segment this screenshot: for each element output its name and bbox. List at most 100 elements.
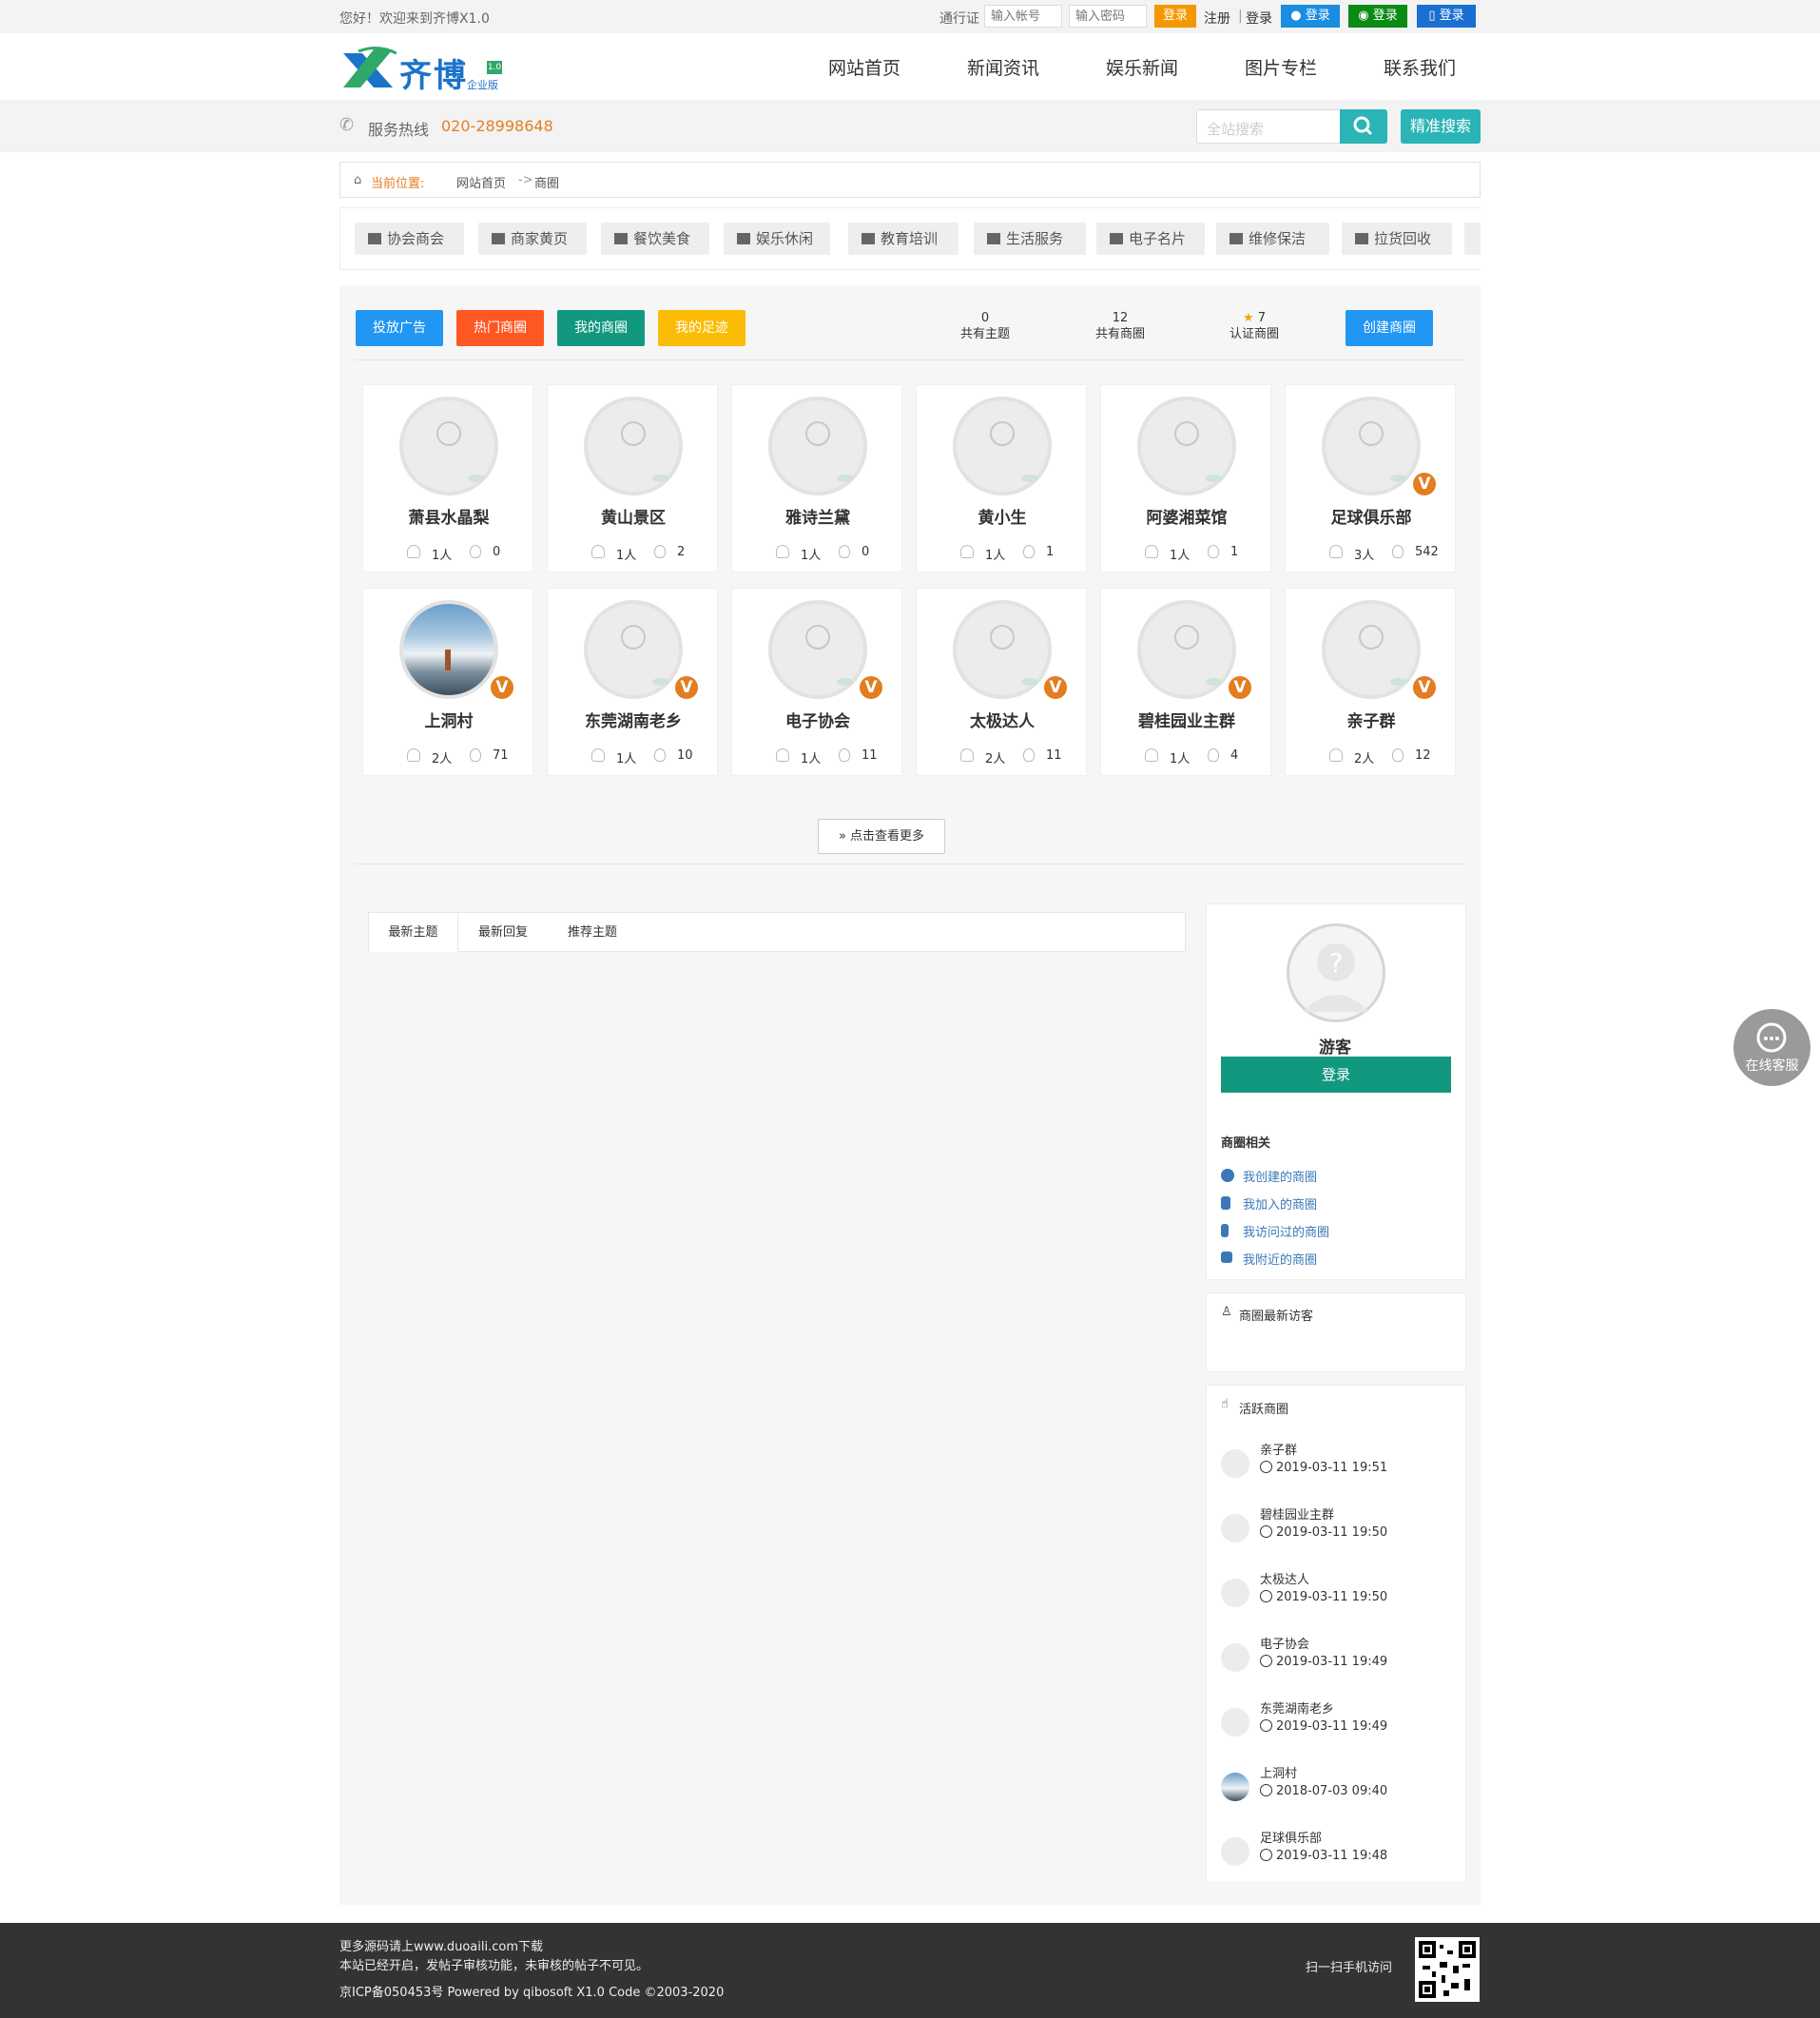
circle-avatar[interactable] (768, 397, 867, 495)
qq-login-button[interactable]: ● 登录 (1281, 5, 1340, 28)
nav-news[interactable]: 新闻资讯 (967, 54, 1039, 80)
circle-card[interactable]: 雅诗兰黛 1人 0 (731, 384, 902, 572)
active-circle-item[interactable]: 东莞湖南老乡 2019-03-11 19:49 (1221, 1698, 1449, 1746)
search-button[interactable] (1340, 109, 1387, 144)
tab-recommended[interactable]: 推荐主题 (548, 913, 637, 952)
active-circle-item[interactable]: 足球俱乐部 2019-03-11 19:48 (1221, 1828, 1449, 1875)
circle-card[interactable]: 阿婆湘菜馆 1人 1 (1100, 384, 1271, 572)
circle-card[interactable]: 萧县水晶梨 1人 0 (362, 384, 533, 572)
account-input[interactable] (984, 5, 1062, 28)
nav-entertainment[interactable]: 娱乐新闻 (1106, 54, 1178, 80)
sidebar-login-button[interactable]: 登录 (1221, 1057, 1451, 1093)
active-name[interactable]: 碧桂园业主群 (1260, 1504, 1334, 1523)
circle-name[interactable]: 碧桂园业主群 (1101, 708, 1272, 731)
circle-avatar[interactable] (1322, 600, 1421, 699)
circle-name[interactable]: 黄小生 (917, 504, 1088, 528)
breadcrumb-home[interactable]: 网站首页 (456, 173, 506, 191)
active-name[interactable]: 东莞湖南老乡 (1260, 1698, 1334, 1717)
active-circle-item[interactable]: 上洞村 2018-07-03 09:40 (1221, 1763, 1449, 1811)
circle-card[interactable]: V 上洞村 2人 71 (362, 588, 533, 776)
circle-name[interactable]: 亲子群 (1286, 708, 1457, 731)
category-item[interactable]: 拉货回收 (1342, 223, 1452, 255)
circle-card[interactable]: V 碧桂园业主群 1人 4 (1100, 588, 1271, 776)
tab-latest-replies[interactable]: 最新回复 (458, 913, 548, 952)
my-circles-button[interactable]: 我的商圈 (557, 310, 645, 346)
circle-name[interactable]: 阿婆湘菜馆 (1101, 504, 1272, 528)
circle-name[interactable]: 雅诗兰黛 (732, 504, 903, 528)
nearby-link[interactable]: 我附近的商圈 (1243, 1250, 1317, 1268)
circle-avatar[interactable] (584, 600, 683, 699)
circle-card[interactable]: 黄山景区 1人 2 (547, 384, 718, 572)
phone-login-button[interactable]: ▯ 登录 (1417, 5, 1476, 28)
member-count: 2人 (432, 752, 453, 766)
nav-home[interactable]: 网站首页 (828, 54, 900, 80)
circle-card[interactable]: V 东莞湖南老乡 1人 10 (547, 588, 718, 776)
circle-card[interactable]: V 亲子群 2人 12 (1285, 588, 1456, 776)
circle-avatar[interactable] (953, 397, 1052, 495)
active-circle-item[interactable]: 电子协会 2019-03-11 19:49 (1221, 1634, 1449, 1681)
active-circle-item[interactable]: 太极达人 2019-03-11 19:50 (1221, 1569, 1449, 1617)
active-avatar (1221, 1773, 1249, 1801)
category-item[interactable]: 电子名片 (1096, 223, 1205, 255)
category-item[interactable]: 教育培训 (848, 223, 958, 255)
verified-badge: V (489, 674, 515, 701)
nav-contact[interactable]: 联系我们 (1384, 54, 1456, 80)
category-item[interactable]: 餐饮美食 (601, 223, 709, 255)
my-visited-link[interactable]: 我访问过的商圈 (1243, 1222, 1329, 1240)
circle-name[interactable]: 上洞村 (363, 708, 534, 731)
my-footprint-button[interactable]: 我的足迹 (658, 310, 745, 346)
tab-latest-topics[interactable]: 最新主题 (369, 913, 458, 952)
circle-avatar[interactable] (1322, 397, 1421, 495)
category-item[interactable]: 生活服务 (974, 223, 1086, 255)
circle-avatar[interactable] (1137, 600, 1236, 699)
active-circle-item[interactable]: 碧桂园业主群 2019-03-11 19:50 (1221, 1504, 1449, 1552)
logo-x-icon[interactable] (339, 46, 397, 93)
circle-name[interactable]: 足球俱乐部 (1286, 504, 1457, 528)
hot-circles-button[interactable]: 热门商圈 (456, 310, 544, 346)
circle-card[interactable]: 黄小生 1人 1 (916, 384, 1087, 572)
load-more-button[interactable]: » 点击查看更多 (818, 819, 945, 854)
circle-card[interactable]: V 电子协会 1人 11 (731, 588, 902, 776)
active-circle-item[interactable]: 亲子群 2019-03-11 19:51 (1221, 1440, 1449, 1487)
circle-name[interactable]: 太极达人 (917, 708, 1088, 731)
circle-avatar[interactable] (953, 600, 1052, 699)
advertise-button[interactable]: 投放广告 (356, 310, 443, 346)
active-name[interactable]: 上洞村 (1260, 1763, 1297, 1781)
my-created-link[interactable]: 我创建的商圈 (1243, 1167, 1317, 1185)
my-joined-link[interactable]: 我加入的商圈 (1243, 1194, 1317, 1213)
header (0, 33, 1820, 100)
category-item[interactable]: 娱乐休闲 (724, 223, 830, 255)
password-input[interactable] (1069, 5, 1147, 28)
active-name[interactable]: 电子协会 (1260, 1634, 1309, 1652)
category-item-more[interactable] (1464, 223, 1481, 255)
nav-pictures[interactable]: 图片专栏 (1245, 54, 1317, 80)
circle-avatar[interactable] (399, 397, 498, 495)
category-item[interactable]: 协会商会 (355, 223, 464, 255)
circle-avatar[interactable] (399, 600, 498, 699)
online-service-button[interactable]: 在线客服 (1733, 1009, 1810, 1086)
category-item[interactable]: 维修保洁 (1216, 223, 1329, 255)
circle-avatar[interactable] (584, 397, 683, 495)
search-input[interactable]: 全站搜索 (1196, 109, 1341, 144)
advanced-search-button[interactable]: 精准搜索 (1401, 109, 1481, 144)
login-button[interactable]: 登录 (1154, 5, 1196, 28)
circle-card[interactable]: V 足球俱乐部 3人 542 (1285, 384, 1456, 572)
circle-avatar[interactable] (768, 600, 867, 699)
category-item[interactable]: 商家黄页 (478, 223, 587, 255)
active-name[interactable]: 太极达人 (1260, 1569, 1309, 1587)
circle-name[interactable]: 东莞湖南老乡 (548, 708, 719, 731)
create-circle-button[interactable]: 创建商圈 (1346, 310, 1433, 346)
circle-name[interactable]: 电子协会 (732, 708, 903, 731)
circle-name[interactable]: 萧县水晶梨 (363, 504, 534, 528)
login-link[interactable]: 登录 (1246, 9, 1272, 28)
active-name[interactable]: 足球俱乐部 (1260, 1828, 1322, 1846)
circle-card[interactable]: V 太极达人 2人 11 (916, 588, 1087, 776)
heat-icon (839, 545, 850, 558)
circle-avatar[interactable] (1137, 397, 1236, 495)
wechat-login-button[interactable]: ◉ 登录 (1348, 5, 1407, 28)
logo-text[interactable]: 齐博 (399, 49, 468, 96)
circle-name[interactable]: 黄山景区 (548, 504, 719, 528)
register-link[interactable]: 注册 (1204, 9, 1230, 28)
active-name[interactable]: 亲子群 (1260, 1440, 1297, 1458)
question-avatar-icon: ? (1303, 943, 1369, 1012)
